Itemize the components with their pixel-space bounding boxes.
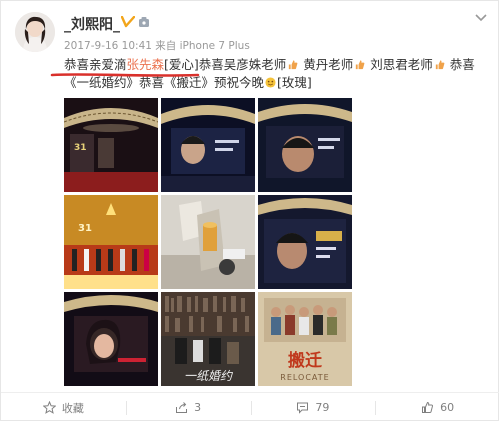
like-hand-emoji-icon: [435, 60, 445, 70]
user-avatar[interactable]: [15, 12, 55, 52]
comment-button[interactable]: 79: [250, 393, 376, 422]
thumb-screen-closeup[interactable]: [161, 98, 255, 192]
favorite-label: 收藏: [61, 401, 84, 415]
thumb-relocate-poster[interactable]: 搬迁 RELOCATE: [258, 292, 352, 386]
thumb-screen-actress[interactable]: [64, 292, 158, 386]
svg-text:31: 31: [74, 143, 87, 153]
poster-title-text: 一纸婚约: [184, 369, 234, 383]
star-icon: [42, 401, 56, 414]
svg-text:31: 31: [78, 223, 92, 234]
thumb-screen-portrait[interactable]: [258, 98, 352, 192]
thumb-trophy-table[interactable]: [161, 195, 255, 289]
favorite-button[interactable]: 收藏: [1, 393, 126, 422]
action-bar: 收藏 3 79 60: [1, 392, 499, 422]
mention-link[interactable]: 张先森: [127, 57, 165, 72]
verified-v-icon: [121, 16, 135, 28]
post-text-part: [爱心]恭喜吴彦姝老师: [164, 57, 287, 72]
weibo-post-card: _刘熙阳_ 2017-9-16 10:41 来自 iPhone 7 Plus 恭…: [0, 0, 499, 421]
post-source-prefix: 来自: [155, 40, 177, 52]
repost-button[interactable]: 3: [125, 393, 251, 422]
red-underline-mark: [50, 73, 200, 77]
repost-count: 3: [194, 401, 202, 414]
post-text-part: 恭喜亲爱滴: [64, 57, 127, 72]
poster-subtitle-text: RELOCATE: [280, 373, 329, 382]
comment-count: 79: [315, 401, 330, 414]
thumb-bookshelf-poster[interactable]: 一纸婚约: [161, 292, 255, 386]
thumb-screen-actor[interactable]: [258, 195, 352, 289]
post-text-part: 刘思君老师: [366, 57, 433, 72]
poster-title-text: 搬迁: [288, 350, 322, 371]
like-hand-emoji-icon: [356, 60, 365, 70]
thumbs-up-icon: [422, 401, 434, 413]
post-time[interactable]: 2017-9-16 10:41: [64, 40, 152, 52]
user-name[interactable]: _刘熙阳_: [64, 14, 120, 34]
member-badge-icon: [139, 17, 149, 27]
like-hand-emoji-icon: [289, 60, 298, 70]
post-meta: 2017-9-16 10:41 来自 iPhone 7 Plus: [64, 38, 250, 53]
post-text-part: [玫瑰]: [277, 75, 312, 90]
like-count: 60: [440, 401, 455, 414]
share-icon: [176, 402, 188, 413]
chevron-down-icon[interactable]: [474, 13, 488, 23]
comment-icon: [297, 402, 309, 414]
smile-emoji-icon: [265, 77, 276, 88]
thumb-golden-stage[interactable]: 31: [64, 195, 158, 289]
post-text-part: 黄丹老师: [299, 57, 354, 72]
thumb-award-stage[interactable]: 31: [64, 98, 158, 192]
like-button[interactable]: 60: [375, 393, 499, 422]
post-source[interactable]: iPhone 7 Plus: [180, 40, 250, 52]
